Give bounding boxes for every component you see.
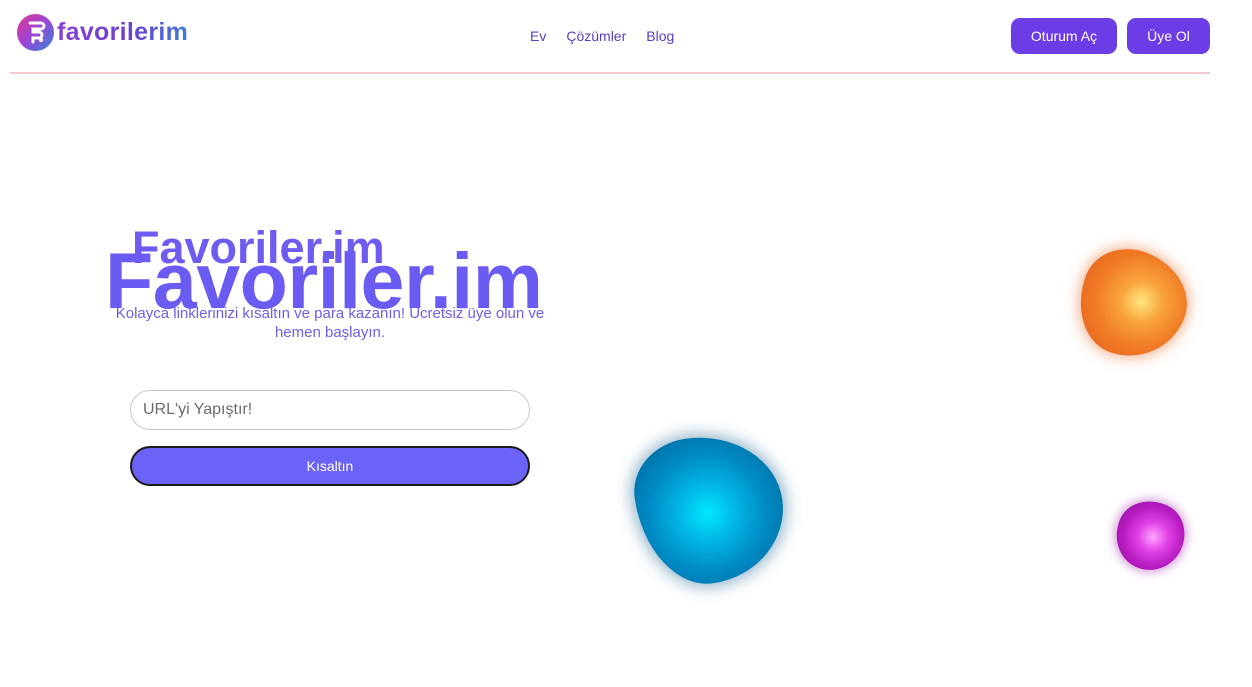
hero-subtitle: Kolayca linklerinizi kısaltın ve para ka… xyxy=(115,305,545,341)
url-input[interactable] xyxy=(130,390,530,430)
nav-link-blog[interactable]: Blog xyxy=(646,28,674,44)
logo-icon xyxy=(17,14,54,51)
brand-name: favorilerim xyxy=(57,18,189,46)
decorative-blob-purple xyxy=(1104,489,1196,582)
decorative-blob-orange xyxy=(1064,235,1201,373)
signup-button[interactable]: Üye Ol xyxy=(1127,18,1210,54)
header-divider xyxy=(10,72,1210,74)
login-button[interactable]: Oturum Aç xyxy=(1011,18,1117,54)
main-nav: Ev Çözümler Blog xyxy=(530,28,674,44)
nav-link-solutions[interactable]: Çözümler xyxy=(566,28,626,44)
nav-link-home[interactable]: Ev xyxy=(530,28,546,44)
shorten-button[interactable]: Kısaltın xyxy=(130,446,530,486)
decorative-blob-blue xyxy=(627,426,793,593)
site-header: favorilerim Ev Çözümler Blog Oturum Aç Ü… xyxy=(0,0,1252,74)
brand-logo[interactable]: favorilerim xyxy=(17,14,188,51)
